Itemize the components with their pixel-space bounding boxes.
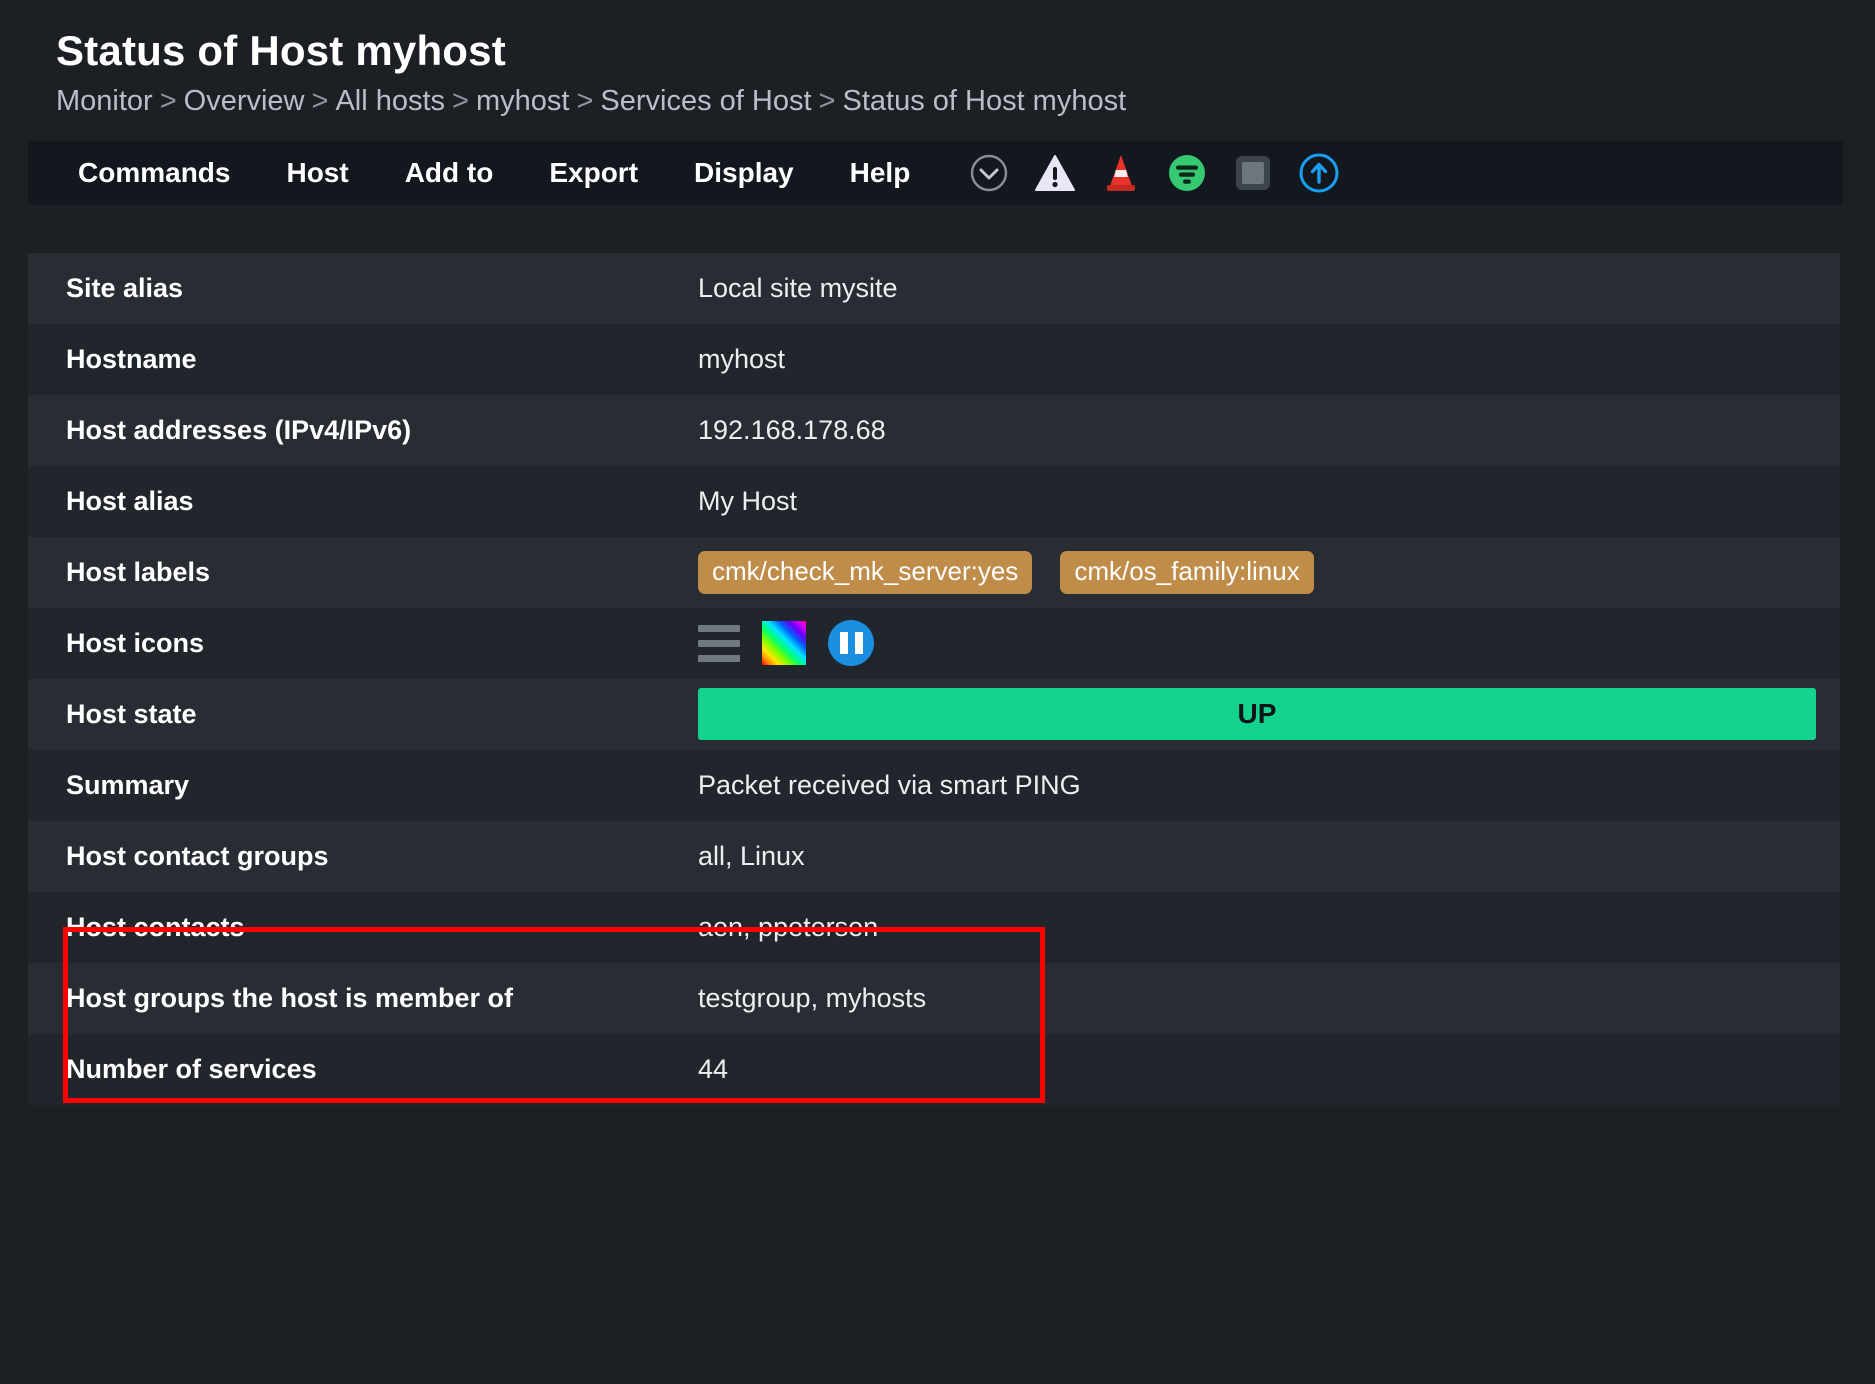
breadcrumb-separator: > bbox=[576, 85, 594, 118]
pause-circle-icon[interactable] bbox=[828, 620, 874, 667]
row-value: UP bbox=[698, 688, 1840, 741]
breadcrumb-item-all-hosts[interactable]: All hosts bbox=[335, 85, 445, 117]
row-value: myhost bbox=[698, 344, 1840, 375]
row-value: 44 bbox=[698, 1054, 1840, 1085]
page-header: Status of Host myhost Monitor > Overview > A… bbox=[0, 0, 1875, 119]
traffic-cone-icon[interactable] bbox=[1100, 152, 1142, 194]
row-value: 192.168.178.68 bbox=[698, 415, 1840, 446]
menu-help[interactable]: Help bbox=[822, 157, 939, 189]
table-row: Hostname myhost bbox=[28, 323, 1840, 395]
page-title: Status of Host myhost bbox=[56, 27, 506, 74]
menu-host[interactable]: Host bbox=[258, 157, 376, 189]
host-label-chip[interactable]: cmk/os_family:linux bbox=[1060, 550, 1314, 594]
table-row: Host addresses (IPv4/IPv6) 192.168.178.68 bbox=[28, 394, 1840, 466]
stop-square-icon[interactable] bbox=[1232, 152, 1274, 194]
arrow-up-circle-icon[interactable] bbox=[1298, 152, 1340, 194]
row-value: My Host bbox=[698, 486, 1840, 517]
menu-display[interactable]: Display bbox=[666, 157, 822, 189]
row-label: Host labels bbox=[66, 556, 211, 587]
row-value-text: Local site mysite bbox=[698, 272, 898, 303]
row-value-text: My Host bbox=[698, 485, 798, 516]
row-label: Host contacts bbox=[66, 911, 245, 942]
toolbar-menu-group: Commands Host Add to Export Display Help bbox=[50, 157, 938, 189]
breadcrumb-item-monitor[interactable]: Monitor bbox=[56, 85, 153, 117]
filter-circle-icon[interactable] bbox=[1166, 152, 1208, 194]
menu-export[interactable]: Export bbox=[521, 157, 666, 189]
row-label: Host addresses (IPv4/IPv6) bbox=[66, 414, 412, 445]
breadcrumb-item-services-of-host[interactable]: Services of Host bbox=[600, 85, 811, 117]
breadcrumb-separator: > bbox=[159, 85, 177, 118]
row-value: aen, ppetersen bbox=[698, 912, 1840, 943]
row-label: Hostname bbox=[66, 343, 197, 374]
table-row: Host contacts aen, ppetersen bbox=[28, 891, 1840, 963]
row-value bbox=[698, 620, 1840, 667]
row-value-text: all, Linux bbox=[698, 840, 805, 871]
row-label: Host state bbox=[66, 698, 197, 729]
row-value-text: myhost bbox=[698, 343, 786, 374]
host-label-chip[interactable]: cmk/check_mk_server:yes bbox=[698, 550, 1033, 594]
breadcrumb: Monitor > Overview > All hosts > myhost > Servic… bbox=[56, 84, 1875, 119]
row-label: Summary bbox=[66, 769, 190, 800]
toolbar-icon-group bbox=[968, 152, 1340, 194]
main-toolbar: Commands Host Add to Export Display Help bbox=[28, 140, 1843, 205]
hamburger-menu-icon[interactable] bbox=[698, 624, 740, 662]
table-row: Host icons bbox=[28, 607, 1840, 679]
row-label: Host icons bbox=[66, 627, 205, 658]
table-row: Site alias Local site mysite bbox=[28, 252, 1840, 324]
row-label: Number of services bbox=[66, 1053, 317, 1084]
breadcrumb-separator: > bbox=[452, 85, 469, 118]
breadcrumb-item-status-of-host-myhost: Status of Host myhost bbox=[842, 85, 1127, 118]
row-value: testgroup, myhosts bbox=[698, 983, 1840, 1014]
table-row: Host labels cmk/check_mk_server:yes cmk/os… bbox=[28, 536, 1840, 608]
row-value-text: Packet received via smart PING bbox=[698, 769, 1081, 800]
host-icons-group bbox=[698, 620, 874, 667]
row-value: Packet received via smart PING bbox=[698, 770, 1840, 801]
menu-add-to[interactable]: Add to bbox=[377, 157, 522, 189]
row-value: all, Linux bbox=[698, 841, 1840, 872]
row-label: Host groups the host is member of bbox=[66, 982, 514, 1013]
breadcrumb-separator: > bbox=[818, 85, 836, 118]
breadcrumb-item-myhost[interactable]: myhost bbox=[476, 85, 569, 117]
warning-triangle-icon[interactable] bbox=[1034, 152, 1076, 194]
row-value: Local site mysite bbox=[698, 273, 1840, 304]
breadcrumb-separator: > bbox=[311, 85, 329, 118]
row-value-text: aen, ppetersen bbox=[698, 911, 879, 942]
row-label: Host alias bbox=[66, 485, 194, 516]
row-value: cmk/check_mk_server:yes cmk/os_family:lin… bbox=[698, 550, 1840, 594]
menu-commands[interactable]: Commands bbox=[50, 157, 258, 189]
table-row: Host alias My Host bbox=[28, 465, 1840, 537]
breadcrumb-item-overview[interactable]: Overview bbox=[184, 85, 305, 117]
table-row: Host state UP bbox=[28, 678, 1840, 750]
row-value-text: 44 bbox=[698, 1053, 729, 1084]
row-value-text: 192.168.178.68 bbox=[698, 414, 886, 445]
table-row: Summary Packet received via smart PING bbox=[28, 749, 1840, 821]
table-row: Host contact groups all, Linux bbox=[28, 820, 1840, 892]
row-label: Site alias bbox=[66, 272, 184, 303]
host-status-table: Site alias Local site mysite Hostname myhos… bbox=[28, 252, 1840, 1105]
row-value-text: testgroup, myhosts bbox=[698, 982, 927, 1013]
rainbow-graph-icon[interactable] bbox=[762, 621, 806, 666]
row-label: Host contact groups bbox=[66, 840, 329, 871]
chevron-down-circle-icon[interactable] bbox=[968, 152, 1010, 194]
table-row: Number of services 44 bbox=[28, 1033, 1840, 1105]
host-state-badge: UP bbox=[698, 688, 1816, 741]
table-row: Host groups the host is member of testgro… bbox=[28, 962, 1840, 1034]
table-body: Site alias Local site mysite Hostname myhos… bbox=[28, 252, 1840, 1105]
